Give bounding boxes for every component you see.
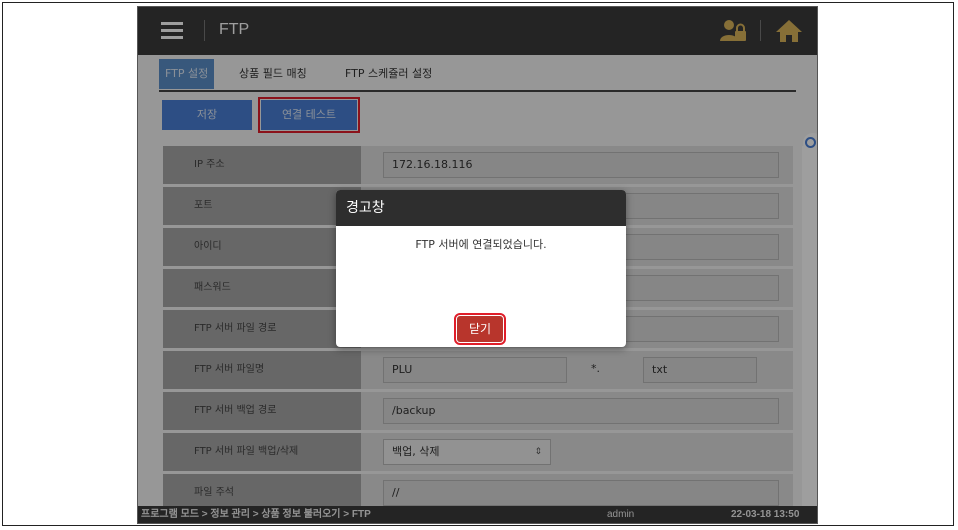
- dialog-message: FTP 서버에 연결되었습니다.: [415, 238, 547, 251]
- alert-dialog: 경고창 FTP 서버에 연결되었습니다. 닫기: [336, 190, 626, 347]
- dialog-title: 경고창: [336, 190, 626, 226]
- device-screen: FTP FTP 설정 상품 필드 매칭 FTP 스케쥴러 설정 저장 연결 테스…: [137, 6, 818, 524]
- close-button[interactable]: 닫기: [454, 313, 506, 345]
